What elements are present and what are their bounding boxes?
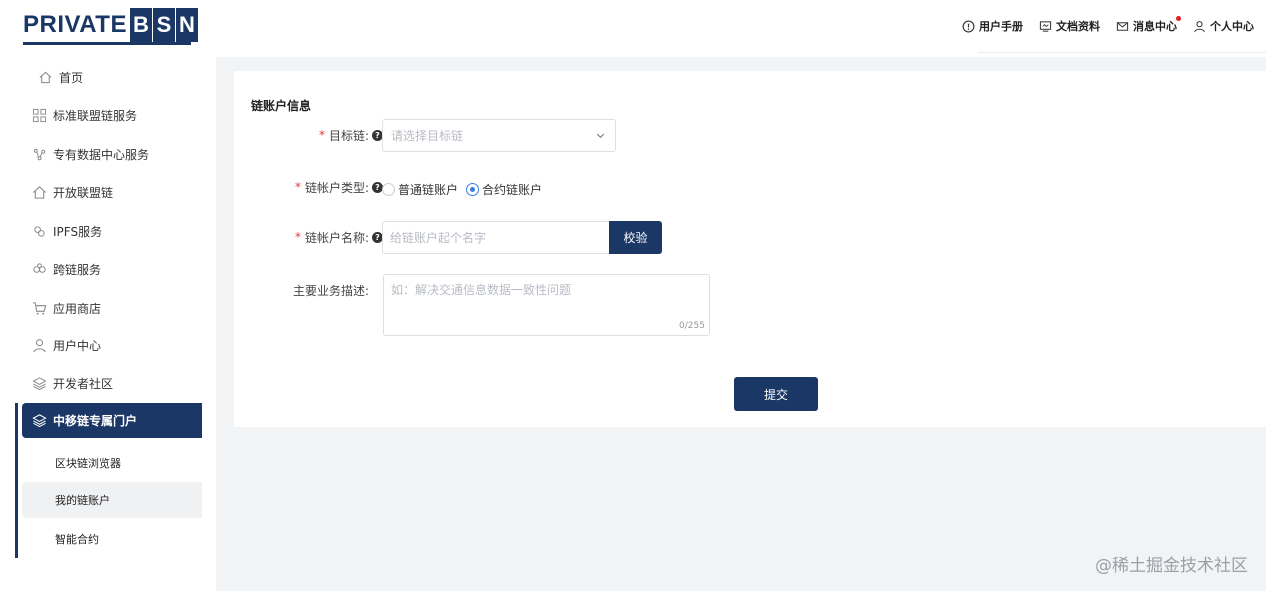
user-manual-label: 用户手册 — [979, 20, 1023, 33]
target-chain-label: * 目标链: ? — [233, 125, 383, 145]
grid-icon — [32, 108, 47, 122]
description-textarea[interactable] — [383, 274, 710, 336]
sidebar-item-cmbaas-portal[interactable]: 中移链专属门户 — [22, 403, 202, 438]
radio-label: 普通链账户 — [398, 182, 459, 197]
submenu-item-label: 区块链浏览器 — [55, 457, 121, 470]
user-manual-link[interactable]: 用户手册 — [962, 18, 1023, 34]
radio-contract-account[interactable]: 合约链账户 — [466, 181, 542, 198]
submenu-item-label: 智能合约 — [55, 533, 99, 546]
description-label-text: 主要业务描述: — [292, 283, 369, 298]
sidebar-item-label: 应用商店 — [53, 301, 102, 316]
nodes-icon — [33, 148, 46, 160]
logo-box-s: S — [152, 8, 175, 42]
account-name-input[interactable] — [382, 221, 610, 254]
char-counter: 0/255 — [679, 321, 705, 331]
sidebar-item-user-center[interactable]: 用户中心 — [32, 334, 101, 356]
sidebar-item-ipfs[interactable]: IPFS服务 — [32, 220, 102, 242]
watermark: @稀土掘金技术社区 — [1095, 556, 1248, 576]
message-center-wrap: 消息中心 — [1133, 16, 1181, 34]
submenu-item-label: 我的链账户 — [55, 494, 110, 507]
sidebar-item-label: 首页 — [59, 70, 84, 85]
mail-icon — [1116, 21, 1129, 31]
info-circle-icon — [962, 20, 975, 32]
sidebar-item-standard-chain[interactable]: 标准联盟链服务 — [32, 104, 137, 126]
required-mark: * — [318, 128, 325, 142]
profile-label: 个人中心 — [1210, 20, 1254, 33]
account-name-label: * 链帐户名称: ? — [233, 227, 383, 247]
header-divider — [978, 52, 1266, 53]
user-icon — [33, 338, 46, 352]
sidebar-item-label: 用户中心 — [53, 338, 102, 353]
crosschain-icon — [33, 262, 46, 273]
sidebar: 首页 标准联盟链服务 专有数据中心服务 开放联盟链 IPFS服务 跨链服务 应用… — [0, 57, 216, 591]
radio-normal-account[interactable]: 普通链账户 — [382, 181, 458, 198]
home-icon — [39, 71, 52, 83]
sidebar-item-label: IPFS服务 — [53, 224, 103, 239]
brand-logo[interactable]: PRIVATE B S N — [23, 5, 198, 45]
message-center-link[interactable]: 消息中心 — [1116, 16, 1181, 34]
monitor-icon — [1039, 20, 1052, 32]
sidebar-active-label: 中移链专属门户 — [53, 414, 138, 428]
sidebar-item-private-dc[interactable]: 专有数据中心服务 — [32, 143, 149, 165]
sidebar-item-open-chain[interactable]: 开放联盟链 — [32, 181, 113, 203]
account-type-radio-group: 普通链账户 合约链账户 — [382, 179, 542, 199]
submenu-item-block-explorer[interactable]: 区块链浏览器 — [22, 445, 202, 481]
cart-icon — [32, 301, 47, 315]
sidebar-item-dev-community[interactable]: 开发者社区 — [32, 372, 113, 394]
radio-label: 合约链账户 — [482, 182, 543, 197]
submenu-item-my-accounts[interactable]: 我的链账户 — [22, 482, 202, 518]
account-type-label-text: 链帐户类型: — [304, 180, 369, 195]
required-mark: * — [294, 180, 301, 194]
radio-circle — [382, 182, 395, 196]
docs-link[interactable]: 文档资料 — [1039, 18, 1100, 34]
house-icon — [33, 185, 46, 199]
form-card: 链账户信息 * 目标链: ? 请选择目标链 * 链帐户类型: ? 普通链账户 合… — [234, 71, 1266, 427]
target-chain-label-text: 目标链: — [328, 128, 369, 143]
verify-button[interactable]: 校验 — [609, 221, 662, 254]
sidebar-item-label: 开发者社区 — [53, 376, 114, 391]
message-center-label: 消息中心 — [1133, 20, 1177, 33]
logo-box-n: N — [175, 8, 198, 42]
sidebar-item-label: 开放联盟链 — [53, 185, 114, 200]
logo-text: PRIVATE — [23, 11, 127, 38]
logo-box-b: B — [129, 8, 152, 42]
user-icon — [1194, 20, 1205, 32]
account-name-label-text: 链帐户名称: — [304, 230, 369, 245]
sidebar-item-label: 标准联盟链服务 — [53, 108, 138, 123]
description-label: 主要业务描述: — [219, 280, 369, 300]
sidebar-item-app-store[interactable]: 应用商店 — [32, 297, 101, 319]
layers-icon — [32, 414, 47, 428]
profile-link[interactable]: 个人中心 — [1193, 18, 1254, 34]
main-content: 链账户信息 * 目标链: ? 请选择目标链 * 链帐户类型: ? 普通链账户 合… — [216, 57, 1266, 591]
sidebar-item-crosschain[interactable]: 跨链服务 — [32, 258, 101, 280]
target-chain-select[interactable]: 请选择目标链 — [382, 119, 616, 152]
target-chain-placeholder: 请选择目标链 — [391, 129, 464, 143]
sidebar-item-home[interactable]: 首页 — [38, 66, 83, 88]
required-mark: * — [294, 230, 301, 244]
sidebar-item-label: 跨链服务 — [53, 262, 102, 277]
radio-circle-checked — [466, 182, 480, 196]
chevron-down-icon — [596, 133, 605, 139]
layers-icon — [32, 376, 47, 390]
section-title: 链账户信息 — [251, 99, 312, 113]
docs-label: 文档资料 — [1056, 20, 1100, 33]
logo-underline — [23, 42, 191, 45]
submit-button[interactable]: 提交 — [734, 377, 818, 411]
sidebar-item-label: 专有数据中心服务 — [53, 147, 150, 162]
top-nav: 用户手册 文档资料 消息中心 个人中心 — [962, 16, 1254, 35]
submenu-item-smart-contract[interactable]: 智能合约 — [22, 521, 202, 557]
ipfs-icon — [34, 225, 45, 237]
account-type-label: * 链帐户类型: ? — [233, 177, 383, 197]
unread-dot — [1176, 16, 1181, 21]
active-group-indicator — [15, 403, 18, 558]
